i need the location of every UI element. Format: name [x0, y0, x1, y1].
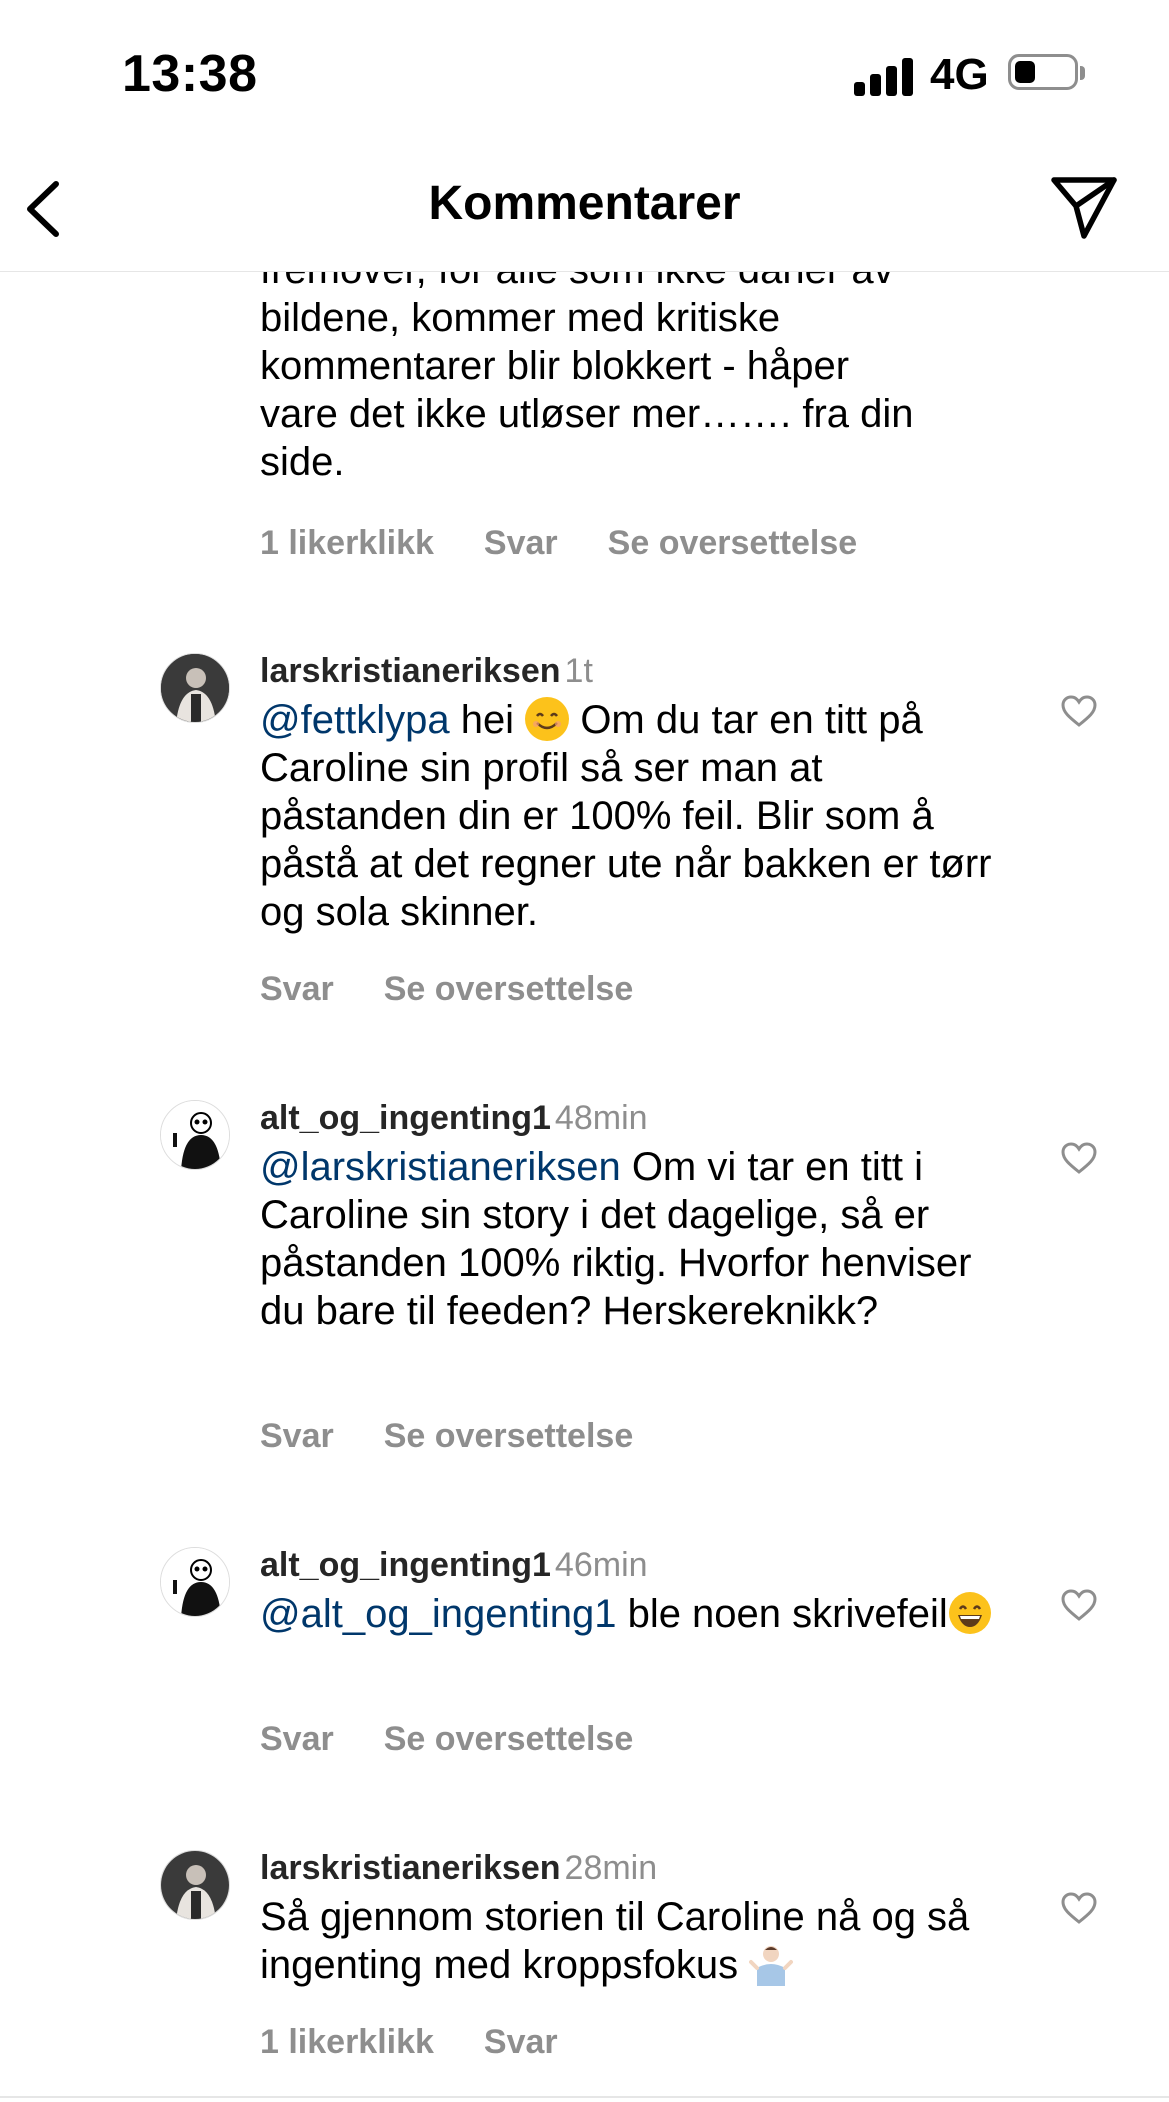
username[interactable]: larskristianeriksen [260, 1849, 561, 1887]
mention-link[interactable]: @alt_og_ingenting1 [260, 1592, 616, 1636]
mention-link[interactable]: @larskristianeriksen [260, 1145, 621, 1189]
avatar[interactable] [160, 1850, 230, 1920]
avatar[interactable] [160, 653, 230, 723]
person-photo [161, 654, 229, 722]
username[interactable]: larskristianeriksen [260, 652, 561, 690]
page-title: Kommentarer [428, 177, 741, 230]
shrug-emoji [749, 1942, 794, 1986]
comment-text: fremover, for alle som ikke daner av bil… [260, 272, 914, 484]
avatar[interactable] [160, 1100, 230, 1170]
mention-link[interactable]: @fettklypa [260, 698, 450, 742]
paper-plane-icon [1051, 177, 1117, 239]
comment-actions: Svar Se oversettelse [260, 1720, 683, 1759]
likes-count[interactable]: 1 likerklikk [260, 2023, 434, 2061]
reply-button[interactable]: Svar [484, 524, 558, 562]
comment-text: @larskristianeriksen Om vi tar en titt i… [260, 1145, 972, 1333]
username[interactable]: alt_og_ingenting1 [260, 1546, 551, 1584]
translate-button[interactable]: Se oversettelse [608, 524, 858, 562]
reply-button[interactable]: Svar [484, 2023, 558, 2061]
status-bar: 13:38 4G [0, 0, 1169, 150]
cellular-signal-icon [854, 56, 914, 96]
like-heart-icon[interactable] [1060, 1891, 1098, 1925]
comment-actions: Svar Se oversettelse [260, 1417, 683, 1456]
translate-button[interactable]: Se oversettelse [384, 970, 634, 1008]
comment-list: fremover, for alle som ikke daner av bil… [0, 272, 1169, 2102]
like-heart-icon[interactable] [1060, 1141, 1098, 1175]
like-heart-icon[interactable] [1060, 694, 1098, 728]
comment-text: @alt_og_ingenting1 ble noen skrivefeil [260, 1590, 1020, 1638]
translate-button[interactable]: Se oversettelse [384, 1720, 634, 1758]
comment-meta: alt_og_ingenting1 46min [260, 1546, 648, 1585]
timestamp: 48min [554, 1099, 648, 1137]
avatar[interactable] [160, 1547, 230, 1617]
network-type: 4G [930, 50, 989, 99]
smiling-face-emoji [525, 697, 570, 741]
comment-actions: 1 likerklikk Svar Se oversettelse [260, 524, 907, 563]
status-time: 13:38 [122, 45, 258, 103]
reply-button[interactable]: Svar [260, 970, 334, 1008]
skull-figure-image [161, 1101, 229, 1169]
grinning-face-emoji [948, 1591, 992, 1635]
like-heart-icon[interactable] [1060, 1588, 1098, 1622]
person-photo [161, 1851, 229, 1919]
comment-text: Så gjennom storien til Caroline nå og så… [260, 1895, 970, 1987]
translate-button[interactable]: Se oversettelse [384, 1417, 634, 1455]
likes-count[interactable]: 1 likerklikk [260, 524, 434, 562]
battery-icon [1008, 54, 1086, 94]
username[interactable]: alt_og_ingenting1 [260, 1099, 551, 1137]
timestamp: 28min [564, 1849, 658, 1887]
timestamp: 1t [564, 652, 593, 690]
comment-actions: Svar Se oversettelse [260, 970, 683, 1009]
comment-meta: alt_og_ingenting1 48min [260, 1099, 648, 1138]
skull-figure-image [161, 1548, 229, 1616]
header: Kommentarer [0, 150, 1169, 272]
bottom-divider [0, 2096, 1169, 2098]
reply-button[interactable]: Svar [260, 1417, 334, 1455]
comment-meta: larskristianeriksen 28min [260, 1849, 657, 1888]
share-button[interactable] [1048, 172, 1120, 244]
comment-meta: larskristianeriksen 1t [260, 652, 593, 691]
reply-button[interactable]: Svar [260, 1720, 334, 1758]
comment-text: @fettklypa hei Om du tar en titt på Caro… [260, 697, 992, 934]
comment-actions: 1 likerklikk Svar [260, 2023, 608, 2062]
timestamp: 46min [554, 1546, 648, 1584]
